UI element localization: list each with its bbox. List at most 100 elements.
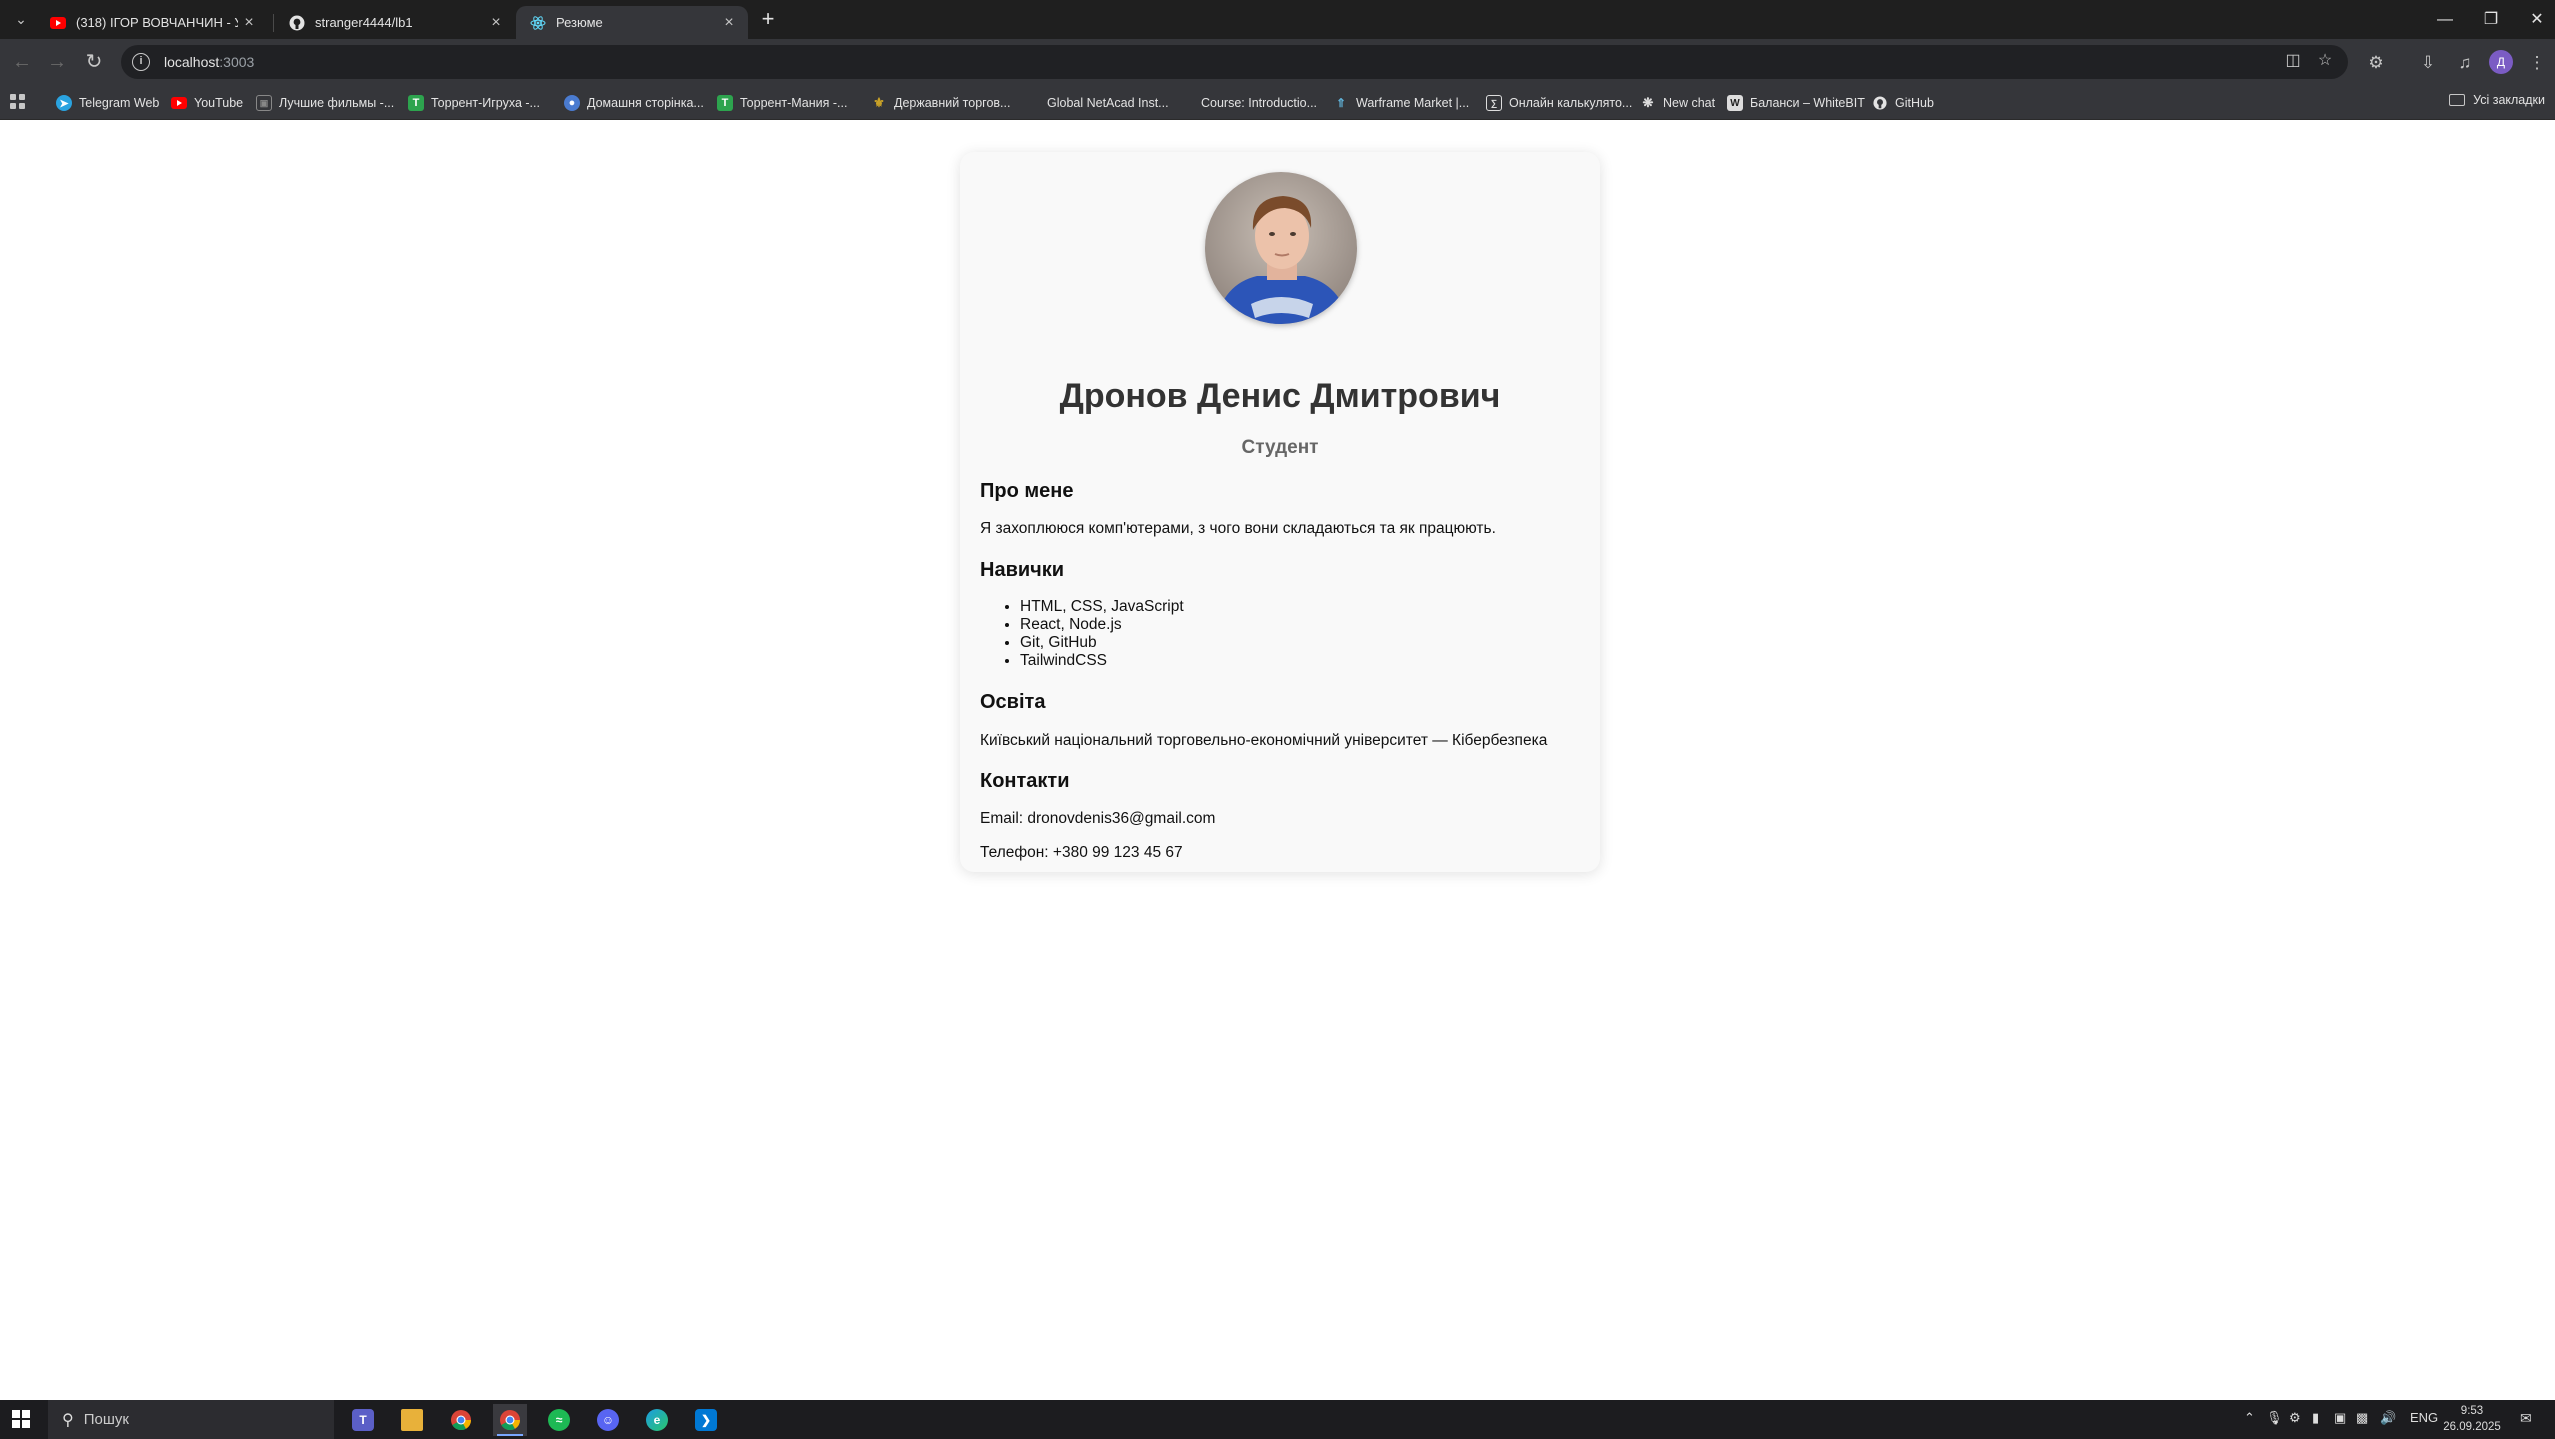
warframe-icon: ⇑: [1335, 96, 1347, 110]
tab-github[interactable]: stranger4444/lb1 ×: [275, 6, 515, 39]
forward-arrow-icon[interactable]: →: [42, 47, 72, 77]
install-app-icon[interactable]: ◫: [2280, 48, 2306, 74]
youtube-icon: [171, 95, 187, 111]
media-control-icon[interactable]: ♫: [2451, 49, 2479, 77]
battery-icon[interactable]: ▮: [2312, 1410, 2319, 1426]
taskbar-chrome[interactable]: [444, 1404, 478, 1436]
back-arrow-icon[interactable]: ←: [7, 47, 37, 77]
openai-icon: ❋: [1642, 95, 1654, 110]
taskbar-discord[interactable]: ☺: [591, 1404, 625, 1436]
taskbar-file-explorer[interactable]: [395, 1404, 429, 1436]
profile-avatar[interactable]: Д: [2489, 50, 2513, 74]
bookmark-warframe-market[interactable]: ⇑ Warframe Market |...: [1333, 93, 1469, 113]
bookmark-course[interactable]: Course: Introductio...: [1178, 93, 1317, 113]
language-indicator[interactable]: ENG: [2410, 1410, 2438, 1425]
bookmark-netacad[interactable]: Global NetAcad Inst...: [1024, 93, 1169, 113]
avatar: [1205, 172, 1357, 324]
tab-title: (318) ІГОР ВОВЧАНЧИН - УКРА: [76, 15, 238, 30]
close-window-icon[interactable]: ✕: [2514, 0, 2555, 39]
calculator-icon: ∑: [1486, 95, 1502, 111]
bookmark-new-chat[interactable]: ❋ New chat: [1640, 93, 1716, 113]
taskbar-edge[interactable]: e: [640, 1404, 674, 1436]
contact-email: Email: dronovdenis36@gmail.com: [980, 810, 1216, 827]
bookmark-films[interactable]: ▣ Лучшие фильмы -...: [256, 93, 394, 113]
tab-strip: ⌄ (318) ІГОР ВОВЧАНЧИН - УКРА × stranger…: [0, 0, 2555, 39]
tab-search-chevron-icon[interactable]: ⌄: [8, 6, 34, 32]
skill-item: TailwindCSS: [1020, 652, 1184, 670]
skills-list: HTML, CSS, JavaScript React, Node.js Git…: [1000, 598, 1184, 670]
taskbar-teams[interactable]: T: [346, 1404, 380, 1436]
all-bookmarks[interactable]: Усі закладки: [2449, 93, 2545, 107]
new-tab-plus-icon[interactable]: +: [755, 8, 781, 32]
close-tab-icon[interactable]: ×: [718, 12, 740, 34]
network-icon[interactable]: ▣: [2334, 1410, 2346, 1426]
bookmark-telegram[interactable]: ➤ Telegram Web: [56, 93, 159, 113]
bookmark-home-page[interactable]: ● Домашня сторінка...: [564, 93, 704, 113]
notification-icon[interactable]: ✉: [2520, 1410, 2540, 1428]
reload-icon[interactable]: ↻: [79, 47, 109, 77]
menu-kebab-icon[interactable]: ⋮: [2523, 49, 2551, 77]
tray-app-icon[interactable]: ⚙: [2289, 1410, 2301, 1426]
resume-role: Студент: [1241, 437, 1319, 458]
about-heading: Про мене: [980, 480, 1074, 502]
torrent-icon: T: [408, 95, 424, 111]
close-tab-icon[interactable]: ×: [485, 12, 507, 34]
taskbar-chrome-active[interactable]: [493, 1404, 527, 1436]
resume-card: Дронов Денис Дмитрович Студент Про мене …: [960, 152, 1600, 872]
microphone-icon[interactable]: 🎙: [2266, 1410, 2283, 1426]
bookmark-torrent-igruha[interactable]: T Торрент-Игруха -...: [408, 93, 540, 113]
tab-resume[interactable]: Резюме ×: [516, 6, 748, 39]
bookmark-calculator[interactable]: ∑ Онлайн калькулято...: [1486, 93, 1632, 113]
address-bar[interactable]: i localhost:3003: [121, 45, 2348, 79]
clock-date: 26.09.2025: [2443, 1421, 2501, 1433]
discord-icon: ☺: [597, 1409, 619, 1431]
tab-title: stranger4444/lb1: [315, 15, 413, 30]
course-icon: [1178, 95, 1194, 111]
clock[interactable]: 9:53 26.09.2025: [2440, 1403, 2504, 1435]
bookmark-torrent-mania[interactable]: T Торрент-Мания -...: [717, 93, 847, 113]
page-viewport: Дронов Денис Дмитрович Студент Про мене …: [0, 120, 2555, 1400]
netacad-icon: [1024, 95, 1040, 111]
tab-youtube[interactable]: (318) ІГОР ВОВЧАНЧИН - УКРА ×: [36, 6, 268, 39]
youtube-icon: [50, 15, 66, 31]
vscode-icon: ❯: [695, 1409, 717, 1431]
teams-icon: T: [352, 1409, 374, 1431]
download-icon[interactable]: ⇩: [2414, 49, 2442, 77]
url-text: localhost:3003: [164, 54, 255, 70]
extensions-icon[interactable]: ⚙: [2362, 49, 2390, 77]
bookmark-star-icon[interactable]: ☆: [2312, 48, 2338, 74]
search-icon: ⚲: [62, 1411, 74, 1429]
skill-item: React, Node.js: [1020, 616, 1184, 634]
folder-icon: [2449, 94, 2466, 106]
windows-start-icon[interactable]: [12, 1410, 30, 1428]
torrent-icon: T: [717, 95, 733, 111]
about-text: Я захоплююся комп'ютерами, з чого вони с…: [980, 520, 1496, 537]
home-icon: ●: [564, 95, 580, 111]
taskbar-vscode[interactable]: ❯: [689, 1404, 723, 1436]
education-heading: Освіта: [980, 691, 1046, 713]
restore-icon[interactable]: ❐: [2468, 0, 2514, 39]
minimize-icon[interactable]: —: [2422, 0, 2468, 39]
taskbar-spotify[interactable]: ≈: [542, 1404, 576, 1436]
bookmark-youtube[interactable]: YouTube: [171, 93, 243, 113]
telegram-icon: ➤: [56, 95, 72, 111]
volume-icon[interactable]: 🔊: [2380, 1410, 2396, 1426]
bookmark-github[interactable]: GitHub: [1872, 93, 1934, 113]
site-info-icon[interactable]: i: [132, 53, 150, 71]
bookmark-state-trade[interactable]: ⚜ Державний торгов...: [871, 93, 1010, 113]
chrome-icon: [499, 1409, 521, 1431]
close-tab-icon[interactable]: ×: [238, 12, 260, 34]
tray-chevron-up-icon[interactable]: ⌃: [2244, 1410, 2255, 1426]
bookmarks-bar: ➤ Telegram Web YouTube ▣ Лучшие фильмы -…: [0, 86, 2555, 120]
contacts-heading: Контакти: [980, 770, 1070, 792]
file-explorer-icon: [401, 1409, 423, 1431]
github-icon: [1872, 95, 1888, 111]
resume-name: Дронов Денис Дмитрович: [1059, 377, 1501, 415]
apps-grid-icon[interactable]: [10, 94, 28, 112]
display-icon[interactable]: ▩: [2356, 1410, 2368, 1426]
skills-heading: Навички: [980, 559, 1065, 581]
bookmark-whitebit[interactable]: W Баланси – WhiteBIT: [1727, 93, 1865, 113]
tab-title: Резюме: [556, 15, 603, 30]
contact-phone: Телефон: +380 99 123 45 67: [980, 844, 1183, 861]
taskbar-search[interactable]: ⚲ Пошук: [48, 1400, 334, 1439]
